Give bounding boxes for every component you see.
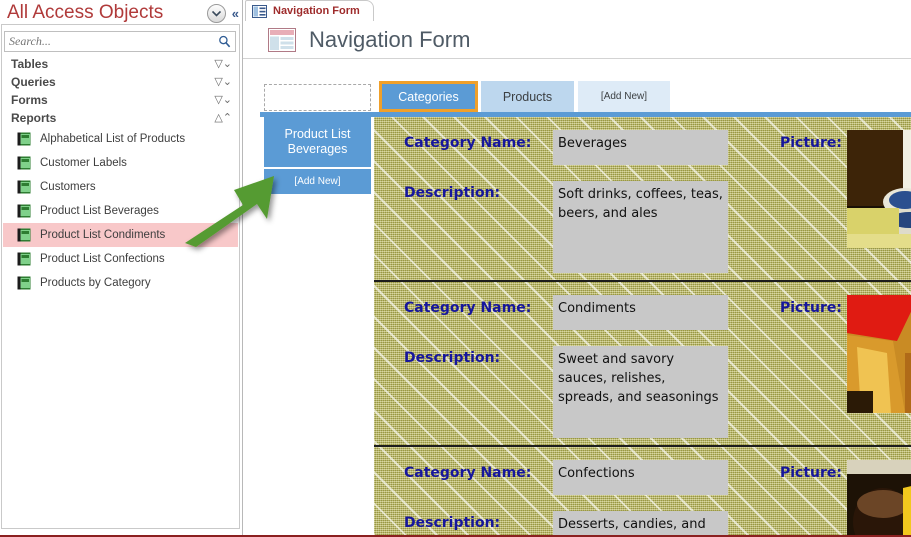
report-icon <box>17 156 31 170</box>
access-application-window: All Access Objects « Tables ▽⌄ <box>0 0 911 537</box>
picture-label: Picture: <box>780 300 842 316</box>
category-name-value: Beverages <box>553 130 728 165</box>
picture-label: Picture: <box>780 135 842 151</box>
report-icon <box>17 204 31 218</box>
subform-report-content[interactable]: Category Name: Beverages Description: So… <box>374 117 911 536</box>
form-icon <box>252 5 267 18</box>
category-picture <box>847 130 911 248</box>
navigation-pane-header-buttons: « <box>207 4 239 23</box>
form-header: Navigation Form <box>243 22 911 58</box>
double-chevron-up-icon[interactable]: △⌃ <box>214 113 232 124</box>
double-chevron-down-icon[interactable]: ▽⌄ <box>214 77 232 88</box>
list-item[interactable]: Customer Labels <box>3 151 238 175</box>
list-item[interactable]: Products by Category <box>3 271 238 295</box>
nav-side-button-label: [Add New] <box>294 174 340 189</box>
group-header-tables[interactable]: Tables ▽⌄ <box>3 55 238 73</box>
category-name-value: Condiments <box>553 295 728 330</box>
nav-tab-categories[interactable]: Categories <box>379 81 478 112</box>
empty-tab-placeholder[interactable] <box>264 84 371 111</box>
nav-tab-label: [Add New] <box>601 91 647 102</box>
nav-side-button-add-new[interactable]: [Add New] <box>264 169 371 194</box>
description-value: Desserts, candies, and sweet breads <box>553 511 728 536</box>
report-icon <box>17 132 31 146</box>
double-chevron-left-icon[interactable]: « <box>232 7 239 20</box>
report-icon <box>17 228 31 242</box>
double-chevron-down-icon[interactable]: ▽⌄ <box>214 59 232 70</box>
category-name-value: Confections <box>553 460 728 495</box>
navigation-pane-header: All Access Objects « <box>0 0 243 26</box>
report-icon <box>17 276 31 290</box>
list-item-label: Customer Labels <box>40 157 127 169</box>
list-item-label: Alphabetical List of Products <box>40 133 185 145</box>
group-label: Reports <box>11 111 56 125</box>
search-box[interactable] <box>4 31 236 52</box>
navigation-form-body: Product List Beverages [Add New] Categor… <box>260 117 911 536</box>
category-record: Category Name: Beverages Description: So… <box>374 117 911 282</box>
description-value: Soft drinks, coffees, teas, beers, and a… <box>553 181 728 273</box>
list-item[interactable]: Alphabetical List of Products <box>3 127 238 151</box>
navigation-pane-title: All Access Objects <box>0 2 163 24</box>
document-tab-strip: Navigation Form <box>243 0 911 23</box>
search-icon[interactable] <box>213 35 235 48</box>
list-item[interactable]: Product List Beverages <box>3 199 238 223</box>
page-title: Navigation Form <box>309 27 470 53</box>
description-label: Description: <box>404 515 500 531</box>
description-label: Description: <box>404 185 500 201</box>
list-item[interactable]: Customers <box>3 175 238 199</box>
navigation-form-control: Categories Products [Add New] Product Li… <box>260 61 911 536</box>
navigation-pane: All Access Objects « Tables ▽⌄ <box>0 0 243 537</box>
category-picture <box>847 460 911 536</box>
double-chevron-down-icon[interactable]: ▽⌄ <box>214 95 232 106</box>
nav-tab-label: Categories <box>398 90 458 104</box>
list-item-label: Customers <box>40 181 96 193</box>
category-name-label: Category Name: <box>404 465 531 481</box>
chevron-down-circle-icon[interactable] <box>207 4 226 23</box>
nav-side-button-product-list-beverages[interactable]: Product List Beverages <box>264 117 371 167</box>
group-header-forms[interactable]: Forms ▽⌄ <box>3 91 238 109</box>
nav-tab-label: Products <box>503 90 552 104</box>
group-label: Forms <box>11 93 48 107</box>
description-label: Description: <box>404 350 500 366</box>
header-divider <box>243 58 911 59</box>
list-item-label: Product List Condiments <box>40 229 165 241</box>
list-item-label: Product List Beverages <box>40 205 159 217</box>
report-icon <box>17 180 31 194</box>
search-input[interactable] <box>5 32 213 51</box>
navigation-form-tab-row: Categories Products [Add New] <box>260 61 911 96</box>
picture-label: Picture: <box>780 465 842 481</box>
category-picture <box>847 295 911 413</box>
document-area: Navigation Form Navigation Form Categori… <box>243 0 911 537</box>
group-label: Tables <box>11 57 48 71</box>
category-name-label: Category Name: <box>404 300 531 316</box>
category-record: Category Name: Confections Description: … <box>374 447 911 536</box>
description-value: Sweet and savory sauces, relishes, sprea… <box>553 346 728 438</box>
object-group-list: Tables ▽⌄ Queries ▽⌄ Forms ▽⌄ Reports △⌃ <box>3 55 238 295</box>
nav-tab-add-new[interactable]: [Add New] <box>578 81 670 112</box>
nav-tab-products[interactable]: Products <box>481 81 574 112</box>
group-header-reports[interactable]: Reports △⌃ <box>3 109 238 127</box>
group-label: Queries <box>11 75 56 89</box>
tab-label: Navigation Form <box>273 5 360 17</box>
list-item[interactable]: Product List Confections <box>3 247 238 271</box>
group-header-queries[interactable]: Queries ▽⌄ <box>3 73 238 91</box>
list-item-product-list-condiments[interactable]: Product List Condiments <box>3 223 238 247</box>
navigation-form-icon <box>268 28 296 52</box>
category-record: Category Name: Condiments Description: S… <box>374 282 911 447</box>
report-icon <box>17 252 31 266</box>
tab-navigation-form[interactable]: Navigation Form <box>245 0 374 21</box>
nav-side-button-label: Product List Beverages <box>264 127 371 157</box>
list-item-label: Product List Confections <box>40 253 165 265</box>
navigation-form-sidebar: Product List Beverages [Add New] <box>264 117 371 536</box>
list-item-label: Products by Category <box>40 277 151 289</box>
category-name-label: Category Name: <box>404 135 531 151</box>
